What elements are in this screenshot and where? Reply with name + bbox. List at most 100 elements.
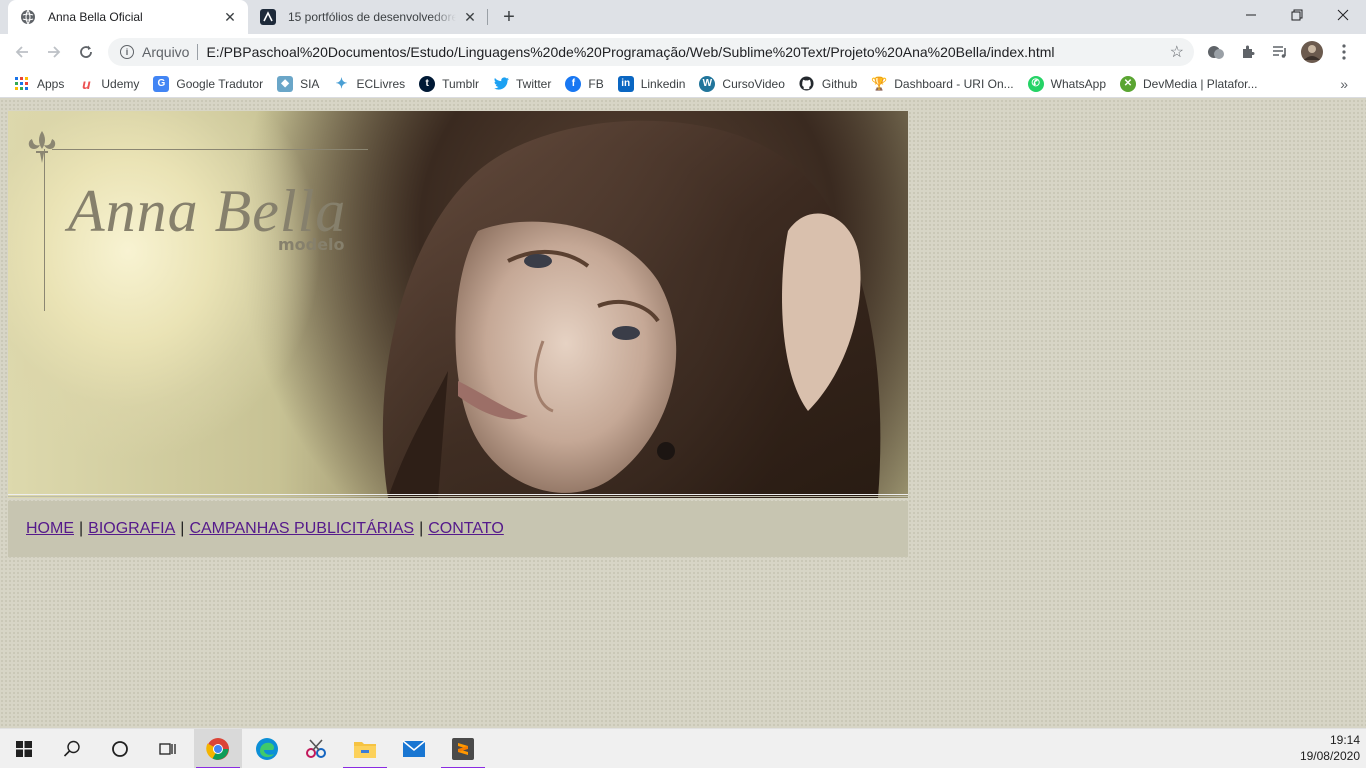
chevron-double-right-icon[interactable]: » [1340,76,1348,92]
cortana-icon[interactable] [96,729,144,768]
bookmark-fb[interactable]: f FB [565,75,604,92]
uri-trophy-icon: 🏆 [871,75,888,91]
scheme-label: Arquivo [142,44,190,60]
bookmark-label: WhatsApp [1050,76,1106,91]
bookmark-star-icon[interactable]: ☆ [1170,42,1184,62]
bookmark-label: Apps [37,76,65,91]
banner-divider [8,494,908,497]
sia-icon: ◆ [277,75,294,92]
logo-vertical-line [44,149,45,311]
bookmark-twitter[interactable]: Twitter [493,76,551,92]
reload-button[interactable] [72,38,100,66]
bookmark-cursovideo[interactable]: W CursoVideo [699,75,785,92]
bookmark-label: FB [588,76,604,91]
bookmark-label: Tumblr [442,76,480,91]
browser-toolbar: i Arquivo E:/PBPaschoal%20Documentos/Est… [0,34,1366,70]
bookmark-label: Dashboard - URI On... [894,76,1014,91]
edge-icon[interactable] [243,729,291,768]
bookmark-devmedia[interactable]: ✕ DevMedia | Platafor... [1120,75,1258,92]
bookmark-label: Udemy [101,76,140,91]
info-icon[interactable]: i [120,45,134,59]
bookmark-label: Twitter [516,76,552,91]
back-button[interactable] [8,38,36,66]
menu-separator: | [180,520,185,537]
mail-icon[interactable] [390,729,438,768]
minimize-button[interactable] [1228,0,1274,30]
logo-subtitle: modelo [278,235,345,254]
globe-icon [20,9,36,25]
windows-taskbar: 19:14 19/08/2020 [0,728,1366,768]
system-clock[interactable]: 19:14 19/08/2020 [1300,732,1360,764]
extension-icon[interactable] [1206,42,1226,62]
tab-portfolios[interactable]: 15 portfólios de desenvolvedores ✕ [248,0,488,34]
bookmark-eclivres[interactable]: ✦ ECLivres [333,75,406,92]
wordpress-icon: W [699,75,716,92]
search-icon[interactable] [48,729,96,768]
bookmark-apps[interactable]: Apps [14,76,64,92]
bookmark-label: SIA [300,76,320,91]
clock-time: 19:14 [1329,733,1360,747]
bookmark-tumblr[interactable]: t Tumblr [419,75,480,92]
facebook-icon: f [565,75,582,92]
sublime-text-icon[interactable] [439,729,487,768]
bookmark-linkedin[interactable]: in Linkedin [617,75,686,92]
tab-strip: Anna Bella Oficial ✕ 15 portfólios de de… [0,0,1366,34]
address-bar[interactable]: i Arquivo E:/PBPaschoal%20Documentos/Est… [108,38,1194,66]
task-view-icon[interactable] [144,729,192,768]
menu-link-campanhas[interactable]: CAMPANHAS PUBLICITÁRIAS [189,520,414,538]
snipping-tool-icon[interactable] [292,729,340,768]
main-menu: HOME | BIOGRAFIA | CAMPANHAS PUBLICITÁRI… [8,501,908,557]
bookmark-sia[interactable]: ◆ SIA [277,75,320,92]
close-tab-icon[interactable]: ✕ [462,9,478,25]
chrome-icon[interactable] [194,729,242,768]
forward-button[interactable] [40,38,68,66]
profile-avatar[interactable] [1300,40,1324,64]
address-separator [197,44,199,60]
bookmark-label: CursoVideo [722,76,785,91]
close-window-button[interactable] [1320,0,1366,30]
bookmark-label: ECLivres [356,76,406,91]
menu-separator: | [419,520,424,537]
restore-button[interactable] [1274,0,1320,30]
tumblr-icon: t [419,75,436,92]
extensions-puzzle-icon[interactable] [1238,42,1258,62]
bookmark-github[interactable]: Github [799,76,857,92]
logo-horizontal-line [52,149,368,150]
menu-kebab-icon[interactable] [1334,42,1354,62]
bookmark-label: Linkedin [640,76,686,91]
google-translate-icon: G [153,75,170,92]
bookmark-whatsapp[interactable]: ✆ WhatsApp [1027,75,1106,92]
windows-start-icon[interactable] [0,729,48,768]
url-text[interactable]: E:/PBPaschoal%20Documentos/Estudo/Lingua… [206,44,1054,60]
whatsapp-icon: ✆ [1027,75,1044,92]
tab-title: Anna Bella Oficial [48,10,143,24]
page-viewport: Anna Bella modelo HOME | BIOGRAFIA | CAM… [0,99,1366,728]
media-control-icon[interactable] [1270,42,1290,62]
file-explorer-icon[interactable] [341,729,389,768]
bookmark-udemy[interactable]: u Udemy [78,76,139,92]
site-logo-icon [260,9,276,25]
tab-anna-bella[interactable]: Anna Bella Oficial ✕ [8,0,248,34]
bookmark-label: Github [821,76,858,91]
devmedia-icon: ✕ [1120,75,1136,92]
header-banner-image: Anna Bella modelo [8,111,908,498]
new-tab-button[interactable]: + [497,5,521,29]
fleur-de-lis-icon [28,131,56,163]
tab-title: 15 portfólios de desenvolvedores [288,10,456,24]
close-tab-icon[interactable]: ✕ [222,9,238,25]
bookmark-dashboard-uri[interactable]: 🏆 Dashboard - URI On... [871,76,1013,92]
bookmark-label: DevMedia | Platafor... [1143,76,1258,91]
menu-link-biografia[interactable]: BIOGRAFIA [88,520,175,538]
tab-separator [487,9,488,25]
model-portrait-illustration [382,120,881,498]
twitter-icon [493,76,509,92]
eclivres-icon: ✦ [335,75,348,91]
bookmark-google-tradutor[interactable]: G Google Tradutor [153,75,263,92]
udemy-icon: u [82,75,91,92]
linkedin-icon: in [617,75,634,92]
menu-separator: | [79,520,84,537]
menu-link-contato[interactable]: CONTATO [428,520,504,538]
menu-link-home[interactable]: HOME [26,520,74,538]
github-icon [799,76,815,92]
bookmarks-bar: Apps u Udemy G Google Tradutor ◆ SIA ✦ E… [0,70,1366,98]
